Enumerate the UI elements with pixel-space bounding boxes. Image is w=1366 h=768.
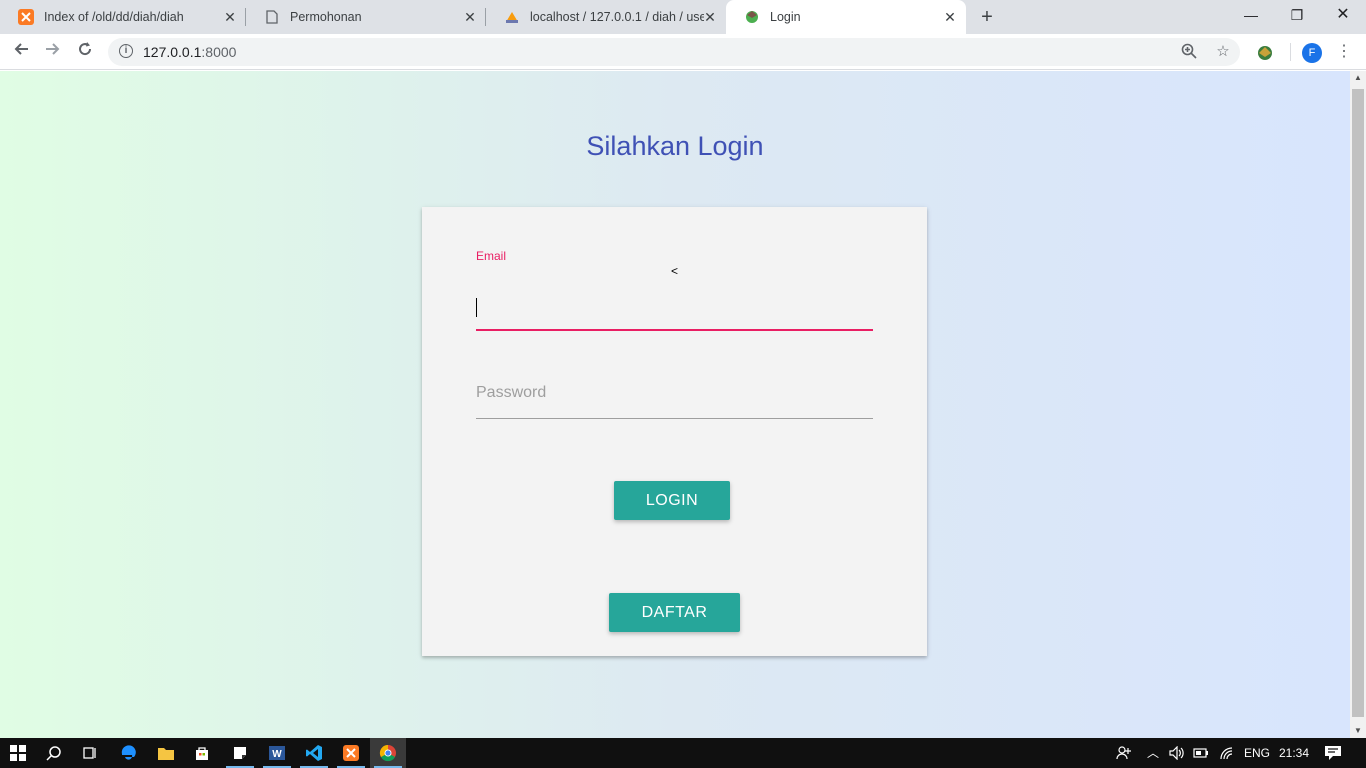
xampp-icon (18, 9, 34, 25)
extension-icon[interactable] (1256, 44, 1274, 62)
file-explorer-app[interactable] (148, 738, 184, 768)
tab-index[interactable]: Index of /old/dd/diah/diah ✕ (0, 0, 246, 34)
vscode-icon (306, 745, 322, 761)
edge-icon (121, 745, 136, 760)
close-window-button[interactable]: ✕ (1320, 0, 1366, 30)
search-button[interactable] (36, 738, 72, 768)
start-button[interactable] (0, 738, 36, 768)
stray-text: < (671, 264, 679, 278)
search-icon (46, 746, 61, 761)
back-button[interactable] (9, 40, 33, 64)
wifi-icon[interactable] (1219, 738, 1235, 768)
zoom-icon[interactable] (1180, 43, 1198, 61)
windows-logo-icon (10, 745, 26, 761)
tab-title: Index of /old/dd/diah/diah (44, 10, 184, 24)
scroll-down-icon[interactable]: ▼ (1350, 724, 1366, 738)
folder-icon (158, 748, 174, 760)
new-tab-button[interactable]: + (975, 5, 999, 29)
page-viewport: Silahkan Login Email < Password LOGIN DA… (0, 71, 1350, 738)
login-card: Email < Password LOGIN DAFTAR (422, 207, 927, 656)
close-icon[interactable]: ✕ (222, 9, 238, 25)
edge-app[interactable] (110, 738, 146, 768)
task-view-button[interactable] (72, 738, 108, 768)
minimize-button[interactable]: — (1228, 0, 1274, 30)
chrome-app[interactable] (370, 738, 406, 768)
tab-phpmyadmin[interactable]: localhost / 127.0.0.1 / diah / user ✕ (486, 0, 726, 34)
password-label: Password (476, 384, 547, 401)
page-scrollbar[interactable]: ▲ ▼ (1350, 71, 1366, 738)
toolbar-divider (1290, 43, 1291, 61)
text-caret (476, 298, 477, 317)
url-text: 127.0.0.1:8000 (143, 44, 236, 60)
menu-icon[interactable]: ⋮ (1336, 42, 1352, 62)
forward-button[interactable] (41, 40, 65, 64)
restore-button[interactable]: ❐ (1274, 0, 1320, 30)
tab-title: localhost / 127.0.0.1 / diah / user (530, 10, 704, 24)
tab-title: Login (770, 10, 801, 24)
back-arrow-icon (14, 43, 28, 55)
chevron-up-icon[interactable]: ︿ (1147, 738, 1159, 768)
word-icon: W (269, 746, 285, 760)
close-icon[interactable]: ✕ (462, 9, 478, 25)
battery-icon[interactable] (1193, 738, 1209, 768)
bookmark-star-icon[interactable]: ☆ (1214, 43, 1232, 61)
notification-icon[interactable] (1324, 738, 1342, 768)
url-host: 127.0.0.1 (143, 44, 202, 60)
windows-taskbar: W ︿ ENG 21:34 (0, 738, 1366, 768)
info-icon[interactable]: i (119, 44, 133, 58)
profile-avatar[interactable]: F (1302, 43, 1322, 63)
forward-arrow-icon (46, 43, 60, 55)
reload-icon (79, 42, 92, 56)
address-bar[interactable]: i 127.0.0.1:8000 ☆ (108, 38, 1240, 66)
close-icon[interactable]: ✕ (702, 9, 718, 25)
svg-text:W: W (272, 749, 282, 760)
scrollbar-thumb[interactable] (1352, 89, 1364, 717)
language-indicator[interactable]: ENG (1244, 738, 1270, 768)
chrome-icon (379, 744, 396, 762)
store-app[interactable] (184, 738, 220, 768)
login-button[interactable]: LOGIN (614, 481, 730, 520)
clock[interactable]: 21:34 (1279, 738, 1309, 768)
close-icon[interactable]: ✕ (942, 9, 958, 25)
tab-permohonan[interactable]: Permohonan ✕ (246, 0, 486, 34)
reload-button[interactable] (73, 40, 97, 64)
register-button[interactable]: DAFTAR (609, 593, 740, 632)
site-icon (744, 9, 760, 25)
tab-strip: Index of /old/dd/diah/diah ✕ Permohonan … (0, 0, 1366, 34)
word-app[interactable]: W (259, 738, 295, 768)
xampp-icon (343, 745, 359, 761)
browser-toolbar: i 127.0.0.1:8000 ☆ F ⋮ (0, 34, 1366, 70)
sticky-notes-icon (234, 747, 246, 759)
people-icon[interactable] (1116, 738, 1132, 768)
store-icon (196, 747, 208, 760)
task-view-icon (83, 747, 96, 759)
email-field[interactable] (476, 291, 873, 331)
tab-title: Permohonan (290, 10, 362, 24)
url-port: :8000 (201, 44, 237, 60)
phpmyadmin-icon (504, 9, 520, 25)
scroll-up-icon[interactable]: ▲ (1350, 71, 1366, 85)
tab-login[interactable]: Login ✕ (726, 0, 966, 34)
volume-icon[interactable] (1169, 738, 1185, 768)
page-title: Silahkan Login (586, 131, 764, 161)
xampp-app[interactable] (333, 738, 369, 768)
vscode-app[interactable] (296, 738, 332, 768)
email-label: Email (476, 249, 507, 263)
page-icon (264, 9, 280, 25)
sticky-notes-app[interactable] (222, 738, 258, 768)
